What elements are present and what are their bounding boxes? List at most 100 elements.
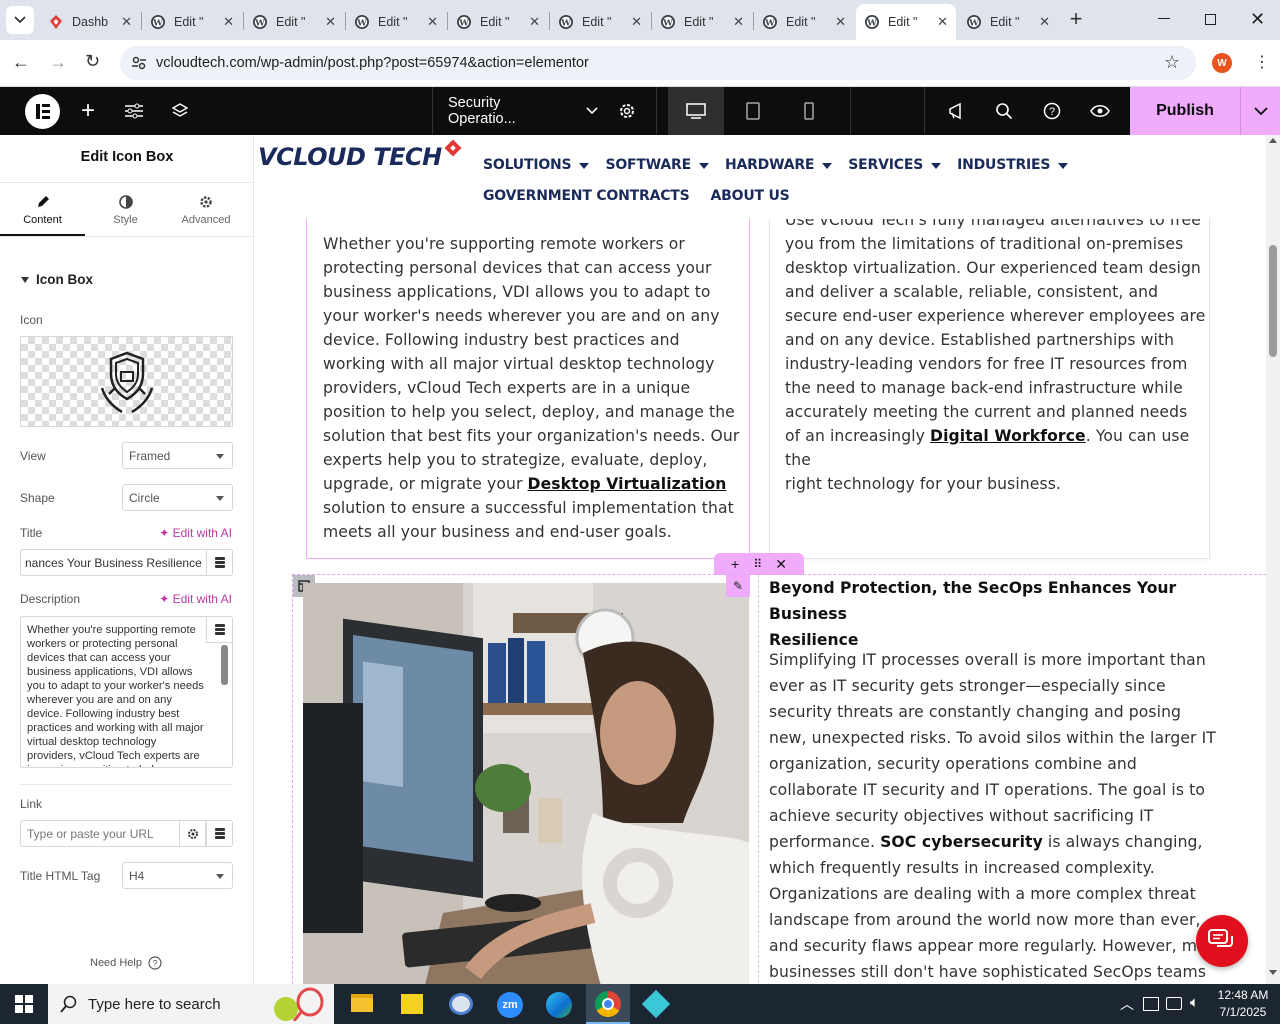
preview-button[interactable]	[1088, 87, 1112, 135]
textarea-scrollbar[interactable]	[221, 645, 228, 685]
title-input[interactable]: nances Your Business Resilience	[20, 549, 207, 576]
widget-edit-handle[interactable]: ✎	[726, 575, 750, 597]
close-tab-icon[interactable]: ✕	[937, 14, 948, 30]
site-info-icon[interactable]	[132, 56, 146, 70]
paint-icon[interactable]	[449, 993, 473, 1015]
app-diamond-icon[interactable]	[641, 989, 671, 1019]
url-field[interactable]: vcloudtech.com/wp-admin/post.php?post=65…	[120, 46, 1196, 80]
title-dynamic-tags-button[interactable]	[206, 549, 233, 576]
site-settings-button[interactable]	[122, 87, 146, 135]
close-window-button[interactable]: ✕	[1250, 9, 1265, 30]
network-icon[interactable]	[1166, 997, 1182, 1010]
sticky-notes-icon[interactable]	[401, 994, 423, 1014]
page-settings-dropdown[interactable]: Security Operatio...	[448, 87, 598, 135]
show-hidden-icons[interactable]: ︿	[1120, 994, 1134, 1014]
link-options-button[interactable]	[179, 820, 206, 847]
close-tab-icon[interactable]: ✕	[529, 14, 540, 30]
scroll-up-arrow[interactable]	[1269, 138, 1277, 143]
browser-tab[interactable]: W Edit " ✕	[652, 4, 752, 40]
add-element-button[interactable]: +	[76, 87, 100, 135]
description-edit-with-ai-link[interactable]: ✦ Edit with AI	[159, 592, 232, 606]
nav-services[interactable]: SERVICES	[848, 157, 942, 173]
close-tab-icon[interactable]: ✕	[835, 14, 846, 30]
panel-tab-advanced[interactable]: Advanced	[166, 183, 246, 236]
browser-tab[interactable]: W Edit " ✕	[958, 4, 1058, 40]
chat-widget-button[interactable]	[1196, 915, 1248, 967]
nav-hardware[interactable]: HARDWARE	[725, 157, 833, 173]
clock[interactable]: 12:48 AM 7/1/2025	[1212, 987, 1274, 1021]
minimize-button[interactable]	[1158, 18, 1170, 19]
bookmark-star-icon[interactable]: ☆	[1164, 52, 1180, 73]
tablet-view-button[interactable]	[738, 87, 768, 135]
finder-button[interactable]	[992, 87, 1016, 135]
chrome-taskbar-button[interactable]	[586, 984, 630, 1024]
file-explorer-icon[interactable]	[351, 994, 373, 1012]
close-tab-icon[interactable]: ✕	[121, 14, 132, 30]
whats-new-button[interactable]	[944, 87, 968, 135]
shape-select[interactable]: Circle	[122, 484, 233, 511]
woman-at-computer-image[interactable]	[303, 583, 749, 984]
site-logo[interactable]: VCLOUD TECH	[258, 139, 462, 171]
browser-tab[interactable]: W Edit " ✕	[550, 4, 650, 40]
drag-handle-icon[interactable]: ⠿	[753, 557, 762, 571]
reload-button[interactable]: ↻	[85, 51, 100, 72]
browser-tab[interactable]: W Edit " ✕	[142, 4, 242, 40]
page-settings-button[interactable]	[616, 87, 638, 135]
add-section-icon[interactable]: +	[731, 556, 739, 572]
structure-button[interactable]	[168, 87, 192, 135]
need-help-link[interactable]: Need Help ?	[90, 956, 162, 970]
close-tab-icon[interactable]: ✕	[631, 14, 642, 30]
browser-tab[interactable]: W Edit " ✕	[244, 4, 344, 40]
scroll-down-arrow[interactable]	[1269, 970, 1277, 975]
title-edit-with-ai-link[interactable]: ✦ Edit with AI	[159, 526, 232, 540]
view-select[interactable]: Framed	[122, 442, 233, 469]
link-input[interactable]: Type or paste your URL	[20, 820, 180, 847]
close-tab-icon[interactable]: ✕	[325, 14, 336, 30]
delete-section-icon[interactable]: ✕	[775, 556, 787, 573]
nav-solutions[interactable]: SOLUTIONS	[483, 157, 590, 173]
icon-picker[interactable]	[20, 336, 233, 427]
browser-tab[interactable]: W Edit " ✕	[448, 4, 548, 40]
browser-tab[interactable]: W Edit " ✕	[856, 4, 956, 40]
forward-button[interactable]: →	[49, 52, 67, 73]
icon-box-section-toggle[interactable]: Icon Box	[20, 272, 93, 287]
browser-tab[interactable]: W Edit " ✕	[346, 4, 446, 40]
title-html-tag-select[interactable]: H4	[122, 862, 233, 889]
mobile-view-button[interactable]	[796, 87, 822, 135]
browser-tab[interactable]: Dashb ✕	[40, 4, 140, 40]
edge-icon[interactable]	[546, 992, 572, 1018]
close-tab-icon[interactable]: ✕	[223, 14, 234, 30]
close-tab-icon[interactable]: ✕	[427, 14, 438, 30]
panel-tab-style[interactable]: Style	[85, 183, 166, 236]
description-dynamic-tags-button[interactable]	[206, 617, 232, 643]
publish-button[interactable]: Publish	[1130, 87, 1240, 135]
nav-government-contracts[interactable]: GOVERNMENT CONTRACTS	[483, 188, 690, 204]
profile-avatar[interactable]: W	[1212, 53, 1232, 73]
desktop-view-button[interactable]	[668, 87, 724, 135]
nav-industries[interactable]: INDUSTRIES	[957, 157, 1069, 173]
nav-software[interactable]: SOFTWARE	[605, 157, 709, 173]
help-button[interactable]: ?	[1040, 87, 1064, 135]
elementor-logo-button[interactable]	[24, 87, 60, 135]
canvas-scrollbar[interactable]	[1266, 135, 1280, 984]
close-tab-icon[interactable]: ✕	[1039, 14, 1050, 30]
scroll-thumb[interactable]	[1269, 245, 1277, 357]
start-button[interactable]	[0, 984, 48, 1024]
security-tray-icon[interactable]	[1143, 997, 1159, 1011]
volume-icon[interactable]: 🔈︎	[1190, 994, 1199, 1011]
panel-tab-content[interactable]: Content	[0, 183, 85, 236]
back-button[interactable]: ←	[12, 52, 30, 73]
close-tab-icon[interactable]: ✕	[733, 14, 744, 30]
soc-cybersecurity-link[interactable]: SOC cybersecurity	[880, 833, 1043, 851]
zoom-icon[interactable]: zm	[497, 992, 523, 1018]
section-handle[interactable]: + ⠿ ✕	[714, 553, 804, 575]
digital-workforce-link[interactable]: Digital Workforce	[930, 427, 1086, 445]
publish-options-button[interactable]	[1240, 87, 1280, 135]
nav-about-us[interactable]: ABOUT US	[711, 188, 790, 204]
restore-button[interactable]	[1205, 14, 1216, 25]
browser-menu-icon[interactable]: ⋮	[1254, 52, 1270, 72]
link-dynamic-tags-button[interactable]	[206, 820, 233, 847]
browser-tab[interactable]: W Edit " ✕	[754, 4, 854, 40]
desktop-virtualization-link[interactable]: Desktop Virtualization	[528, 475, 727, 493]
new-tab-button[interactable]: +	[1064, 8, 1088, 32]
